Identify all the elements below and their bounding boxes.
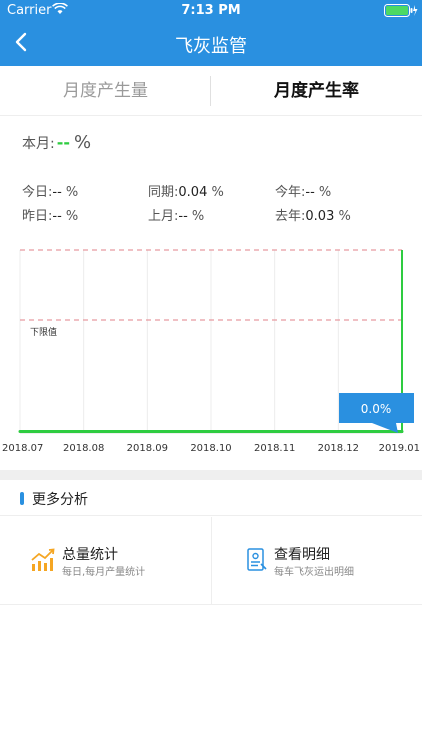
stat-value: -- [305,185,315,200]
chart-canvas: 下限值 0.0% 2018.07 2018.08 2018.09 2018.10 201… [2,249,420,454]
tab-monthly-rate[interactable]: 月度产生率 [211,66,422,116]
stat-unit: % [318,185,332,200]
data-point [209,430,213,433]
stat-value: 0.03 [305,209,335,224]
data-point [145,430,149,433]
stat-label: 今日: [22,185,53,200]
current-month-value: -- [56,133,70,152]
tab-monthly-volume[interactable]: 月度产生量 [0,66,211,116]
stat-value: 0.04 [178,185,208,200]
x-tick-label: 2019.01 [379,443,420,454]
trend-chart-icon [30,547,56,573]
stat-last-month: 上月:-- % [148,205,204,224]
data-point [400,430,404,433]
x-tick-label: 2018.10 [190,443,231,454]
more-analysis-header: 更多分析 [0,480,422,516]
document-icon [244,547,270,573]
stat-today: 今日:-- % [22,181,78,200]
stat-label: 去年: [275,209,306,224]
stat-this-year: 今年:-- % [275,181,331,200]
total-stats-card[interactable]: 总量统计 每日,每月产量统计 [0,517,211,605]
data-point [273,430,277,433]
stat-value: -- [52,185,62,200]
header-bar: Carrier 7:13 PM 飞灰监管 [0,0,422,66]
section-marker [20,492,24,505]
stat-unit: % [65,185,79,200]
more-analysis-title: 更多分析 [32,492,88,508]
stat-value: -- [178,209,188,224]
current-month-rate: 本月: --% [22,132,91,153]
lower-limit-label: 下限值 [30,326,57,338]
x-tick-label: 2018.08 [63,443,104,454]
x-tick-label: 2018.12 [318,443,359,454]
stat-unit: % [65,209,79,224]
stat-label: 同期: [148,185,179,200]
x-tick-label: 2018.09 [127,443,168,454]
status-bar: Carrier 7:13 PM [0,0,422,22]
stat-label: 上月: [148,209,179,224]
stat-label: 昨日: [22,209,53,224]
data-point [336,430,340,433]
data-point [82,430,86,433]
x-tick-label: 2018.07 [2,443,43,454]
x-tick-label: 2018.11 [254,443,295,454]
stat-yesterday: 昨日:-- % [22,205,78,224]
view-details-card[interactable]: 查看明细 每车飞灰运出明细 [211,517,422,605]
analysis-cards: 总量统计 每日,每月产量统计 查看明细 每车飞灰运出明细 [0,517,422,605]
tab-bar: 月度产生量 月度产生率 [0,66,422,116]
card-title: 总量统计 [62,547,118,563]
current-month-unit: % [74,132,92,153]
data-point [18,430,22,433]
stat-label: 今年: [275,185,306,200]
card-title: 查看明细 [274,547,330,563]
stat-unit: % [211,185,224,200]
stat-same-period: 同期:0.04 % [148,181,224,200]
stat-value: -- [52,209,62,224]
stat-unit: % [191,209,205,224]
monthly-rate-chart[interactable]: 下限值 0.0% 2018.07 2018.08 2018.09 2018.10 201… [0,240,422,460]
battery-icon [384,4,418,17]
page-title: 飞灰监管 [175,36,247,57]
card-subtitle: 每车飞灰运出明细 [274,567,354,578]
current-month-label: 本月: [22,136,55,152]
card-subtitle: 每日,每月产量统计 [62,567,146,578]
clock-label: 7:13 PM [181,3,241,18]
section-divider [0,470,422,480]
stat-last-year: 去年:0.03 % [275,205,351,224]
stat-unit: % [338,209,351,224]
tooltip-value: 0.0% [361,402,392,416]
